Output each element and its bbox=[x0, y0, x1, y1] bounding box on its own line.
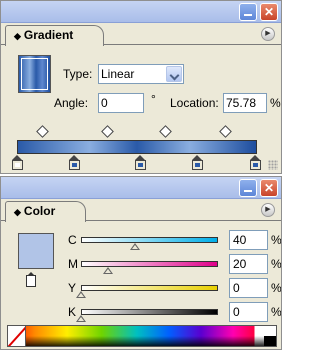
channel-k-input[interactable]: 0 bbox=[229, 302, 268, 322]
channel-y-label: Y bbox=[68, 281, 77, 295]
gradient-midpoint-diamond[interactable] bbox=[219, 125, 232, 138]
resize-grip-icon[interactable] bbox=[268, 160, 278, 170]
channel-c-input[interactable]: 40 bbox=[229, 230, 268, 250]
close-icon[interactable]: ✕ bbox=[260, 179, 278, 197]
gradient-stop-swatch-icon[interactable] bbox=[26, 272, 36, 287]
channel-c-label: C bbox=[68, 233, 77, 247]
black-swatch[interactable] bbox=[264, 336, 276, 346]
type-select[interactable]: Linear bbox=[98, 64, 184, 84]
channel-m-marker[interactable] bbox=[103, 267, 113, 274]
chevron-down-icon[interactable] bbox=[166, 66, 182, 82]
minimize-icon[interactable] bbox=[239, 179, 257, 197]
channel-k-marker[interactable] bbox=[76, 315, 86, 322]
channel-c-unit: % bbox=[271, 233, 282, 247]
type-label: Type: bbox=[63, 67, 93, 81]
channel-m-label: M bbox=[68, 257, 78, 271]
tab-gradient-label: Gradient bbox=[23, 28, 74, 42]
angle-label: Angle: bbox=[54, 96, 89, 110]
channel-k-label: K bbox=[68, 305, 77, 319]
none-color-icon[interactable] bbox=[8, 326, 26, 346]
color-tabstrip: ◆ Color ▶ bbox=[1, 199, 281, 222]
angle-input[interactable]: 0 bbox=[98, 93, 144, 113]
channel-m-input[interactable]: 20 bbox=[229, 254, 268, 274]
channel-k-slider[interactable] bbox=[81, 309, 218, 315]
type-select-value: Linear bbox=[101, 67, 135, 81]
location-input[interactable]: 75.78 bbox=[223, 93, 267, 113]
channel-y-marker[interactable] bbox=[76, 291, 86, 298]
tab-color-label: Color bbox=[23, 204, 56, 218]
gradient-titlebar[interactable]: ✕ bbox=[1, 1, 281, 23]
angle-unit: ° bbox=[151, 92, 156, 106]
channel-m-slider[interactable] bbox=[81, 261, 218, 267]
channel-y-slider[interactable] bbox=[81, 285, 218, 291]
gradient-color-stop[interactable] bbox=[192, 155, 203, 170]
channel-m-unit: % bbox=[271, 257, 282, 271]
color-spectrum-ramp[interactable] bbox=[7, 325, 277, 347]
gradient-midpoint-diamond[interactable] bbox=[36, 125, 49, 138]
channel-c-marker[interactable] bbox=[130, 243, 140, 250]
gradient-preview-swatch[interactable] bbox=[18, 55, 51, 93]
minimize-icon[interactable] bbox=[239, 3, 257, 21]
gradient-color-stop[interactable] bbox=[250, 155, 261, 170]
gradient-midpoint-diamond[interactable] bbox=[101, 125, 114, 138]
tab-gradient[interactable]: ◆ Gradient bbox=[5, 25, 105, 46]
tab-color[interactable]: ◆ Color bbox=[5, 201, 87, 222]
color-titlebar[interactable]: ✕ bbox=[1, 177, 281, 199]
channel-c-slider[interactable] bbox=[81, 237, 218, 243]
channel-y-unit: % bbox=[271, 281, 282, 295]
panel-menu-icon[interactable]: ▶ bbox=[261, 203, 275, 217]
location-label: Location: bbox=[170, 96, 219, 110]
close-icon[interactable]: ✕ bbox=[260, 3, 278, 21]
gradient-color-stop[interactable] bbox=[12, 155, 23, 170]
gradient-color-stop[interactable] bbox=[135, 155, 146, 170]
location-unit: % bbox=[270, 96, 281, 110]
fill-color-swatch[interactable] bbox=[18, 233, 54, 269]
gradient-midpoint-diamond[interactable] bbox=[159, 125, 172, 138]
gradient-color-stop[interactable] bbox=[69, 155, 80, 170]
channel-k-unit: % bbox=[271, 305, 282, 319]
panel-menu-icon[interactable]: ▶ bbox=[261, 27, 275, 41]
gradient-ramp[interactable] bbox=[17, 140, 257, 154]
gradient-panel: ✕ ◆ Gradient ▶ Type: Linear Angle: 0 ° Lo… bbox=[0, 0, 282, 174]
channel-y-input[interactable]: 0 bbox=[229, 278, 268, 298]
double-arrow-icon[interactable]: ◆ bbox=[14, 31, 21, 41]
double-arrow-icon[interactable]: ◆ bbox=[14, 207, 21, 217]
gradient-tabstrip: ◆ Gradient ▶ bbox=[1, 23, 281, 46]
color-panel: ✕ ◆ Color ▶ C 40 % M 20 % Y 0 % K 0 % bbox=[0, 176, 282, 350]
